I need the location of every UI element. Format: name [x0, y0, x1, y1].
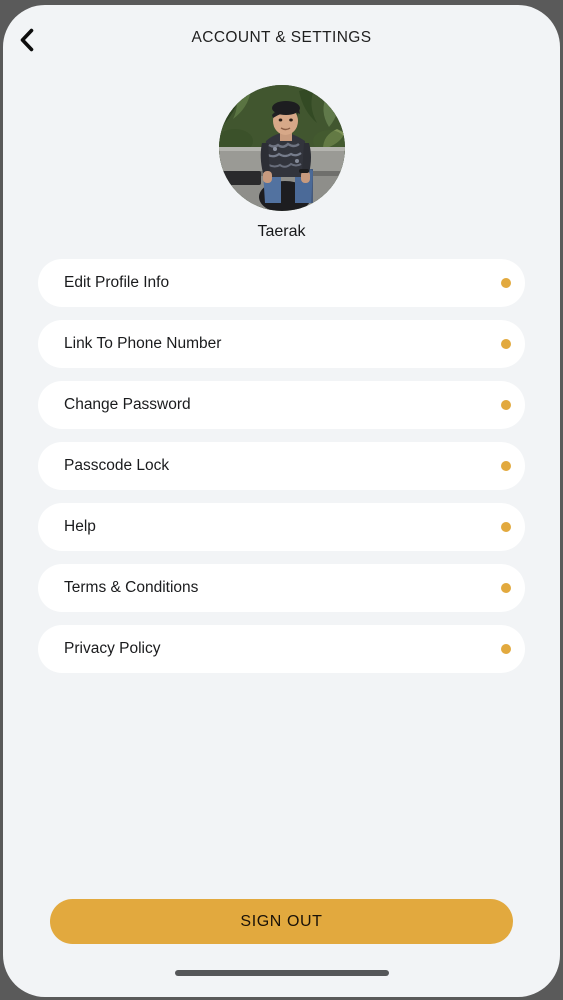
home-indicator[interactable]	[174, 970, 389, 976]
list-item-label: Passcode Lock	[64, 457, 170, 474]
list-item[interactable]: Terms & Conditions	[38, 564, 525, 612]
list-item[interactable]: Edit Profile Info	[38, 259, 525, 307]
status-dot-icon	[501, 522, 511, 532]
list-item-label: Change Password	[64, 396, 191, 413]
header: ACCOUNT & SETTINGS	[3, 5, 560, 69]
profile-name: Taerak	[257, 223, 306, 240]
list-item-label: Link To Phone Number	[64, 335, 222, 352]
list-item-label: Terms & Conditions	[64, 579, 199, 596]
list-item-label: Help	[64, 518, 96, 535]
list-item[interactable]: Privacy Policy	[38, 625, 525, 673]
list-item[interactable]: Link To Phone Number	[38, 320, 525, 368]
device-frame: ACCOUNT & SETTINGS Taerak Edit Profile I…	[0, 0, 563, 1000]
list-item[interactable]: Change Password	[38, 381, 525, 429]
status-dot-icon	[501, 400, 511, 410]
list-item-label: Privacy Policy	[64, 640, 161, 657]
page-title: ACCOUNT & SETTINGS	[191, 29, 372, 46]
phone-screen: ACCOUNT & SETTINGS Taerak Edit Profile I…	[3, 5, 560, 997]
sign-out-button[interactable]: SIGN OUT	[50, 899, 513, 944]
list-item[interactable]: Help	[38, 503, 525, 551]
status-dot-icon	[501, 461, 511, 471]
status-dot-icon	[501, 583, 511, 593]
status-dot-icon	[501, 278, 511, 288]
status-dot-icon	[501, 339, 511, 349]
list-item-label: Edit Profile Info	[64, 274, 170, 291]
profile-section: Taerak	[3, 85, 560, 241]
avatar[interactable]	[218, 85, 345, 211]
list-item[interactable]: Passcode Lock	[38, 442, 525, 490]
settings-list: Edit Profile Info Link To Phone Number C…	[38, 259, 525, 686]
status-dot-icon	[501, 644, 511, 654]
